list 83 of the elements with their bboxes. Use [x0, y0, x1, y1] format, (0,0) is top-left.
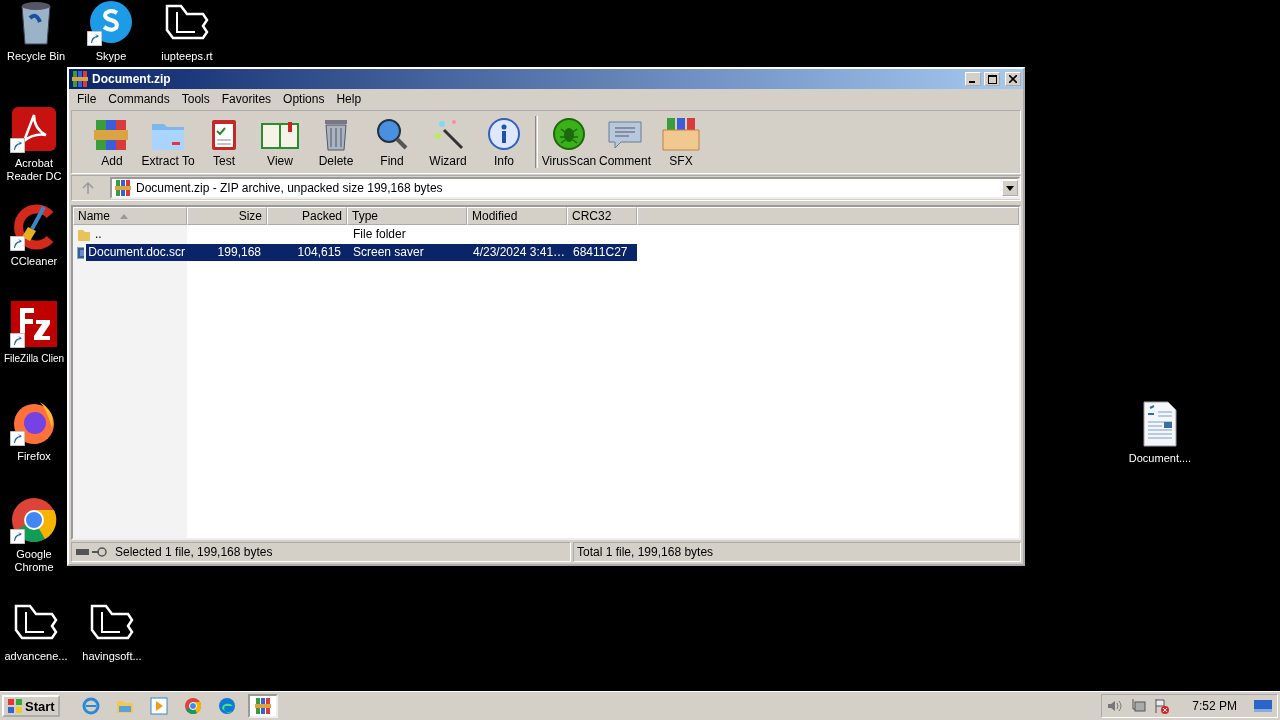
file-name[interactable]: ..: [93, 226, 187, 243]
drive-key-icon: [75, 546, 109, 558]
minimize-button[interactable]: [965, 72, 981, 86]
table-cell-text: File folder: [352, 226, 407, 243]
menu-item[interactable]: Tools: [175, 92, 216, 106]
shortcut-arrow-icon: [10, 333, 25, 348]
desktop-icon-label[interactable]: CCleaner: [10, 255, 58, 268]
speaker-icon: [1106, 699, 1123, 713]
close-button[interactable]: [1005, 72, 1021, 86]
column-header[interactable]: Size: [187, 207, 267, 225]
desktop-icon-label[interactable]: Google Chrome: [1, 548, 67, 574]
toolbar-button[interactable]: Comment: [597, 116, 653, 168]
column-header[interactable]: Name: [73, 207, 187, 225]
flag-icon: [1154, 698, 1171, 714]
box-icon: [661, 116, 701, 152]
table-cell: 68411C27: [567, 244, 637, 261]
maximize-button[interactable]: [984, 72, 1000, 86]
sort-arrow-icon: [120, 213, 128, 219]
file-name[interactable]: Document.doc.scr: [86, 244, 187, 261]
dropdown-button[interactable]: [1002, 180, 1018, 196]
toolbar-button[interactable]: View: [252, 116, 308, 168]
column-header[interactable]: Modified: [467, 207, 567, 225]
close-icon: [1009, 75, 1017, 83]
table-cell: Screen saver: [347, 244, 467, 261]
clock: 7:52 PM: [1192, 699, 1237, 713]
column-header[interactable]: CRC32: [567, 207, 637, 225]
table-cell: 4/23/2024 3:41…: [467, 244, 567, 261]
desktop-icon-label[interactable]: Recycle Bin: [6, 50, 66, 63]
shortcut-arrow-icon: [10, 138, 25, 153]
folder-icon: [77, 227, 91, 242]
menu-item[interactable]: Commands: [102, 92, 176, 106]
skype-icon: [87, 0, 135, 46]
column-header[interactable]: Type: [347, 207, 467, 225]
window-title: Document.zip: [92, 72, 172, 86]
books-icon: [114, 179, 132, 197]
acrobat-icon: [10, 105, 58, 153]
edge-icon: [217, 697, 236, 715]
shortcut-arrow-icon: [10, 236, 25, 251]
start-button[interactable]: Start: [2, 695, 60, 717]
column-header[interactable]: Packed: [267, 207, 347, 225]
internet-explorer-icon: [81, 697, 100, 715]
chrome-icon: [183, 697, 202, 715]
toolbar-button[interactable]: Delete: [308, 116, 364, 168]
desktop-icon-label[interactable]: Acrobat Reader DC: [1, 157, 67, 183]
desktop-icon-label[interactable]: havingsoft...: [82, 650, 142, 663]
table-cell: 104,615: [267, 244, 347, 261]
media-player-icon: [149, 697, 168, 715]
desktop-icon-label[interactable]: Skype: [95, 50, 127, 63]
maximize-icon: [987, 74, 997, 84]
menu-item[interactable]: Options: [277, 92, 331, 106]
toolbar-button[interactable]: Extract To: [140, 116, 196, 168]
toolbar-button[interactable]: Test: [196, 116, 252, 168]
status-text: Selected 1 file, 199,168 bytes: [115, 545, 273, 559]
shortcut-arrow-icon: [10, 431, 25, 446]
table-cell: 199,168: [187, 244, 267, 261]
status-text: Total 1 file, 199,168 bytes: [577, 545, 714, 559]
desktop-icon-label[interactable]: iupteeps.rt: [161, 50, 213, 63]
chrome-icon: [10, 496, 58, 544]
address-field[interactable]: Document.zip - ZIP archive, unpacked size 199,168 bytes: [110, 177, 1020, 199]
desktop-icon-label[interactable]: Firefox: [17, 450, 51, 463]
menu-item[interactable]: File: [71, 92, 103, 106]
menu-item[interactable]: Help: [330, 92, 368, 106]
windows-logo-icon: [7, 698, 23, 714]
toolbar-button[interactable]: SFX: [653, 116, 709, 168]
menu-item[interactable]: Favorites: [215, 92, 278, 106]
show-desktop-icon[interactable]: [1253, 698, 1273, 714]
books-icon: [253, 697, 272, 715]
toolbar-button[interactable]: Info: [476, 116, 532, 168]
filezilla-icon: [10, 300, 58, 348]
shortcut-arrow-icon: [87, 31, 102, 46]
taskbar-app-button[interactable]: [247, 694, 278, 718]
toolbar-button[interactable]: VirusScan: [541, 116, 597, 168]
network-icon: [1130, 699, 1147, 713]
toolbar-button[interactable]: Find: [364, 116, 420, 168]
up-arrow-icon: [82, 182, 94, 194]
toolbar-button[interactable]: Add: [84, 116, 140, 168]
desktop-icon-label[interactable]: FileZilla Clien: [4, 352, 64, 365]
books-icon: [71, 70, 89, 88]
toolbar-button[interactable]: Wizard: [420, 116, 476, 168]
desktop-icon-label[interactable]: advancene...: [4, 650, 68, 663]
shortcut-arrow-icon: [10, 529, 25, 544]
caret-icon: [1006, 185, 1014, 191]
desktop-icon-label[interactable]: Document....: [1128, 452, 1192, 465]
